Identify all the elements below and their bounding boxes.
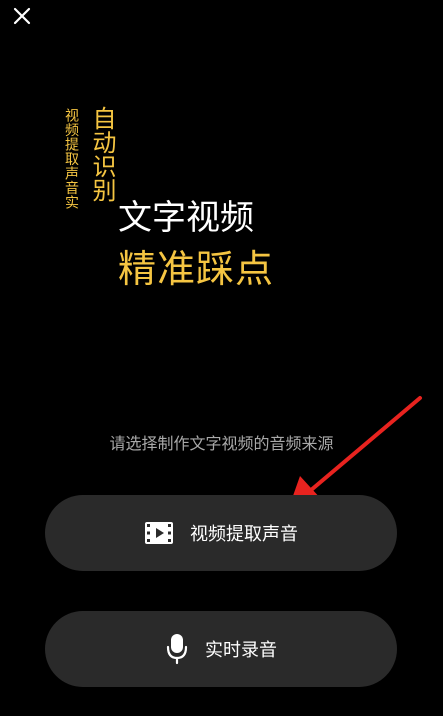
hero-title-line2: 精准踩点 (118, 247, 275, 291)
video-file-icon (144, 521, 174, 545)
hero-title-line1: 文字视频 (118, 198, 254, 238)
hero-graphic: 视频提取声音实 自动识别 文字视频 精准踩点 (0, 0, 443, 320)
audio-source-prompt: 请选择制作文字视频的音频来源 (109, 434, 334, 453)
extract-audio-label: 视频提取声音 (190, 524, 298, 545)
hero-vertical-large-text: 自动识别 (88, 106, 116, 202)
hero-vertical-small-text: 视频提取声音实 (63, 108, 79, 210)
realtime-recording-button[interactable]: 实时录音 (45, 611, 397, 687)
extract-audio-from-video-button[interactable]: 视频提取声音 (45, 495, 397, 571)
realtime-recording-label: 实时录音 (205, 640, 277, 661)
microphone-icon (165, 633, 189, 665)
